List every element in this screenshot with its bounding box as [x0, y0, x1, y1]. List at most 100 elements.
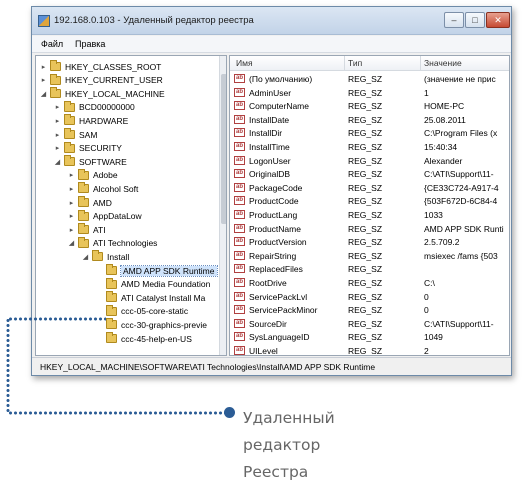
value-row[interactable]: ab PackageCode REG_SZ {CE33C724-A917-4	[230, 182, 509, 195]
tree-item[interactable]: ▸ Alcohol Soft	[68, 182, 138, 195]
value-row[interactable]: ab ProductCode REG_SZ {503F672D-6C84-4	[230, 195, 509, 208]
value-data: (значение не прис	[424, 74, 496, 84]
value-name: UILevel	[249, 346, 278, 356]
value-type: REG_SZ	[348, 318, 383, 329]
value-row[interactable]: ab ServicePackMinor REG_SZ 0	[230, 304, 509, 317]
collapsed-arrow-icon[interactable]: ▸	[68, 171, 75, 179]
values-list[interactable]: Имя Тип Значение ab (По умолчанию) REG_SZ (…	[229, 55, 510, 356]
value-data: C:\ATI\Support\11-	[424, 169, 494, 180]
value-row[interactable]: ab LogonUser REG_SZ Alexander	[230, 155, 509, 168]
value-row[interactable]: ab ServicePackLvl REG_SZ 0	[230, 291, 509, 304]
column-header-type[interactable]: Тип	[348, 58, 362, 68]
string-value-icon: ab	[234, 74, 245, 83]
value-name: ProductVersion	[249, 237, 307, 248]
value-type: REG_SZ	[348, 332, 383, 343]
folder-icon	[78, 209, 89, 221]
value-name: SysLanguageID	[249, 332, 310, 343]
collapsed-arrow-icon[interactable]: ▸	[54, 103, 61, 111]
tree-item[interactable]: AMD Media Foundation	[96, 277, 211, 291]
tree-item[interactable]: ▸ SAM	[54, 128, 97, 141]
value-row[interactable]: ab InstallDate REG_SZ 25.08.2011	[230, 114, 509, 127]
tree-item[interactable]: ◢ ATI Technologies	[68, 236, 157, 250]
value-name: ServicePackMinor	[249, 305, 318, 316]
value-row[interactable]: ab ProductLang REG_SZ 1033	[230, 209, 509, 222]
tree-item[interactable]: ▸ HARDWARE	[54, 114, 128, 127]
string-value-icon: ab	[234, 332, 245, 342]
tree-item[interactable]: ▸ Adobe	[68, 168, 118, 182]
tree-item[interactable]: ◢ Install	[82, 250, 129, 263]
value-row[interactable]: ab ReplacedFiles REG_SZ	[230, 263, 509, 276]
tree-scrollbar-thumb[interactable]	[221, 74, 226, 224]
value-name: RepairString	[249, 250, 297, 261]
tree-item-label: ATI Catalyst Install Ma	[121, 292, 206, 303]
collapsed-arrow-icon[interactable]: ▸	[40, 76, 47, 84]
value-row[interactable]: ab SourceDir REG_SZ C:\ATI\Support\11-	[230, 318, 509, 331]
column-header-name[interactable]: Имя	[236, 58, 253, 68]
value-row[interactable]: ab AdminUser REG_SZ 1	[230, 87, 509, 100]
string-value-icon: ab	[234, 101, 245, 111]
value-row[interactable]: ab (По умолчанию) REG_SZ (значение не прис	[230, 73, 509, 86]
column-divider[interactable]	[344, 56, 345, 71]
value-data: C:\ATI\Support\11-	[424, 318, 494, 329]
string-value-icon: ab	[234, 318, 245, 328]
folder-icon	[50, 60, 61, 71]
value-row[interactable]: ab ProductName REG_SZ AMD APP SDK Runti	[230, 223, 509, 236]
tree-item[interactable]: ▸ HKEY_CURRENT_USER	[40, 73, 163, 87]
column-header-data[interactable]: Значение	[424, 58, 462, 68]
expanded-arrow-icon[interactable]: ◢	[40, 90, 47, 98]
value-name: (По умолчанию)	[249, 74, 313, 84]
collapsed-arrow-icon[interactable]: ▸	[40, 63, 47, 71]
collapsed-arrow-icon[interactable]: ▸	[68, 226, 75, 234]
tree-item[interactable]: ccc-05-core-static	[96, 304, 188, 318]
tree-item-label: Install	[107, 251, 130, 262]
tree-item[interactable]: ▸ HKEY_CLASSES_ROOT	[40, 60, 161, 73]
collapsed-arrow-icon[interactable]: ▸	[68, 212, 75, 220]
title-bar[interactable]: 192.168.0.103 - Удаленный редактор реест…	[32, 7, 511, 35]
tree-item[interactable]: ◢ SOFTWARE	[54, 155, 127, 168]
tree-item[interactable]: ▸ SECURITY	[54, 141, 122, 155]
value-name: ProductCode	[249, 196, 299, 207]
value-row[interactable]: ab RepairString REG_SZ msiexec /fams {503	[230, 250, 509, 263]
menu-file[interactable]: Файл	[41, 39, 63, 49]
value-name: LogonUser	[249, 155, 291, 166]
value-type: REG_SZ	[348, 128, 383, 139]
expanded-arrow-icon[interactable]: ◢	[54, 158, 61, 166]
minimize-button[interactable]: –	[444, 12, 464, 28]
tree-scrollbar[interactable]	[219, 56, 226, 355]
value-data: Alexander	[424, 155, 463, 166]
tree-item[interactable]: ▸ AppDataLow	[68, 209, 142, 223]
collapsed-arrow-icon[interactable]: ▸	[68, 199, 75, 207]
expanded-arrow-icon[interactable]: ◢	[68, 239, 75, 247]
expanded-arrow-icon[interactable]: ◢	[82, 253, 89, 261]
collapsed-arrow-icon[interactable]: ▸	[54, 117, 61, 125]
value-row[interactable]: ab InstallDir REG_SZ C:\Program Files (x	[230, 127, 509, 140]
tree-item[interactable]: ▸ AMD	[68, 196, 112, 209]
collapsed-arrow-icon[interactable]: ▸	[68, 185, 75, 193]
tree-item[interactable]: ◢ HKEY_LOCAL_MACHINE	[40, 87, 165, 100]
column-divider[interactable]	[420, 56, 421, 71]
value-row[interactable]: ab ProductVersion REG_SZ 2.5.709.2	[230, 236, 509, 249]
tree-item[interactable]: ▸ ATI	[68, 223, 106, 236]
collapsed-arrow-icon[interactable]: ▸	[54, 131, 61, 139]
value-row[interactable]: ab UILevel REG_SZ 2	[230, 345, 509, 356]
value-data: C:\	[424, 278, 435, 288]
registry-tree[interactable]: ▸ HKEY_CLASSES_ROOT ▸ HKEY_CURRENT_USER ◢ HKE…	[35, 55, 227, 356]
string-value-icon: ab	[234, 237, 245, 247]
tree-item[interactable]: ▸ BCD00000000	[54, 100, 135, 114]
tree-item[interactable]: ccc-30-graphics-previe	[96, 318, 207, 331]
tree-item[interactable]: ATI Catalyst Install Ma	[96, 291, 205, 304]
value-row[interactable]: ab SysLanguageID REG_SZ 1049	[230, 331, 509, 344]
tree-item[interactable]: AMD APP SDK Runtime	[96, 264, 218, 277]
value-row[interactable]: ab RootDrive REG_SZ C:\	[230, 277, 509, 290]
close-button[interactable]: ✕	[486, 12, 510, 28]
collapsed-arrow-icon[interactable]: ▸	[54, 144, 61, 152]
tree-item-label: AMD Media Foundation	[121, 279, 211, 290]
value-row[interactable]: ab OriginalDB REG_SZ C:\ATI\Support\11-	[230, 168, 509, 181]
menu-edit[interactable]: Правка	[75, 39, 105, 49]
maximize-button[interactable]: □	[465, 12, 485, 28]
value-row[interactable]: ab InstallTime REG_SZ 15:40:34	[230, 141, 509, 154]
string-value-icon: ab	[234, 278, 245, 287]
folder-icon	[78, 223, 89, 235]
tree-item[interactable]: ccc-45-help-en-US	[96, 332, 192, 345]
value-row[interactable]: ab ComputerName REG_SZ HOME-PC	[230, 100, 509, 113]
